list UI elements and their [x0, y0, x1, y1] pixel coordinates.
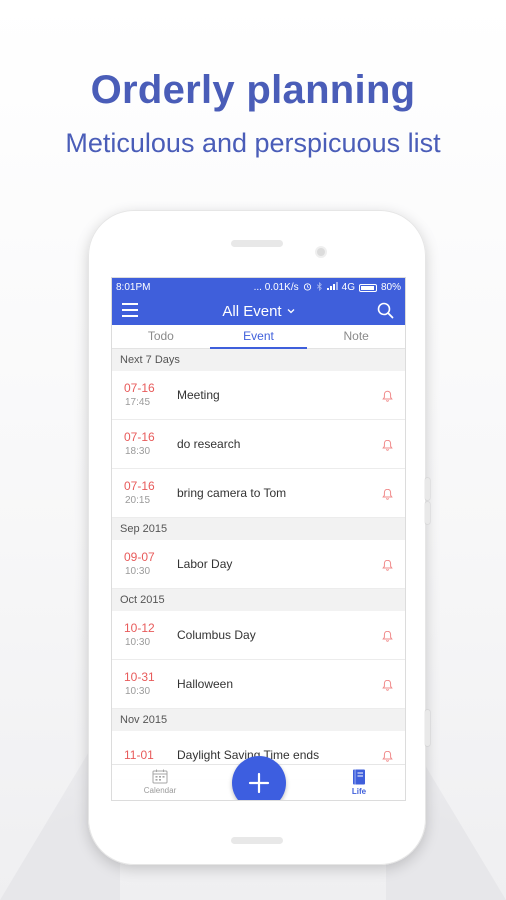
- phone-side-button: [425, 478, 430, 500]
- search-icon[interactable]: [377, 302, 394, 324]
- event-date: 07-16: [124, 380, 155, 395]
- section-header: Next 7 Days: [112, 349, 405, 371]
- event-time: 18:30: [125, 445, 151, 457]
- phone-earpiece: [231, 240, 283, 247]
- list-item[interactable]: 07-16 18:30 do research: [112, 420, 405, 469]
- tab-bar: Todo Event Note: [112, 325, 405, 349]
- bluetooth-icon: [316, 281, 323, 294]
- list-item[interactable]: 10-12 10:30 Columbus Day: [112, 611, 405, 660]
- calendar-icon: [138, 769, 182, 786]
- network-type: 4G: [341, 282, 355, 293]
- notebook-icon: [337, 769, 381, 787]
- phone-home-bar: [231, 837, 283, 844]
- alarm-icon: [303, 282, 312, 294]
- plus-icon: [248, 772, 270, 794]
- event-date: 09-07: [124, 549, 155, 564]
- bell-icon[interactable]: [382, 487, 393, 505]
- phone-camera: [315, 246, 327, 258]
- event-time: 17:45: [125, 396, 151, 408]
- event-date: 10-12: [124, 620, 155, 635]
- tab-todo[interactable]: Todo: [112, 325, 210, 348]
- event-name: Labor Day: [177, 557, 233, 571]
- event-name: do research: [177, 437, 241, 451]
- list-item[interactable]: 09-07 10:30 Labor Day: [112, 540, 405, 589]
- event-date: 11-01: [124, 747, 154, 762]
- battery-icon: [358, 283, 377, 292]
- appbar-title: All Event: [222, 302, 282, 320]
- bell-icon[interactable]: [382, 678, 393, 696]
- event-name: Halloween: [177, 677, 234, 691]
- section-header: Nov 2015: [112, 709, 405, 731]
- bell-icon[interactable]: [382, 558, 393, 576]
- event-name: bring camera to Tom: [177, 486, 287, 500]
- add-button[interactable]: [232, 756, 286, 800]
- event-list: Next 7 Days 07-16 17:45 Meeting 07-16 18:3…: [112, 349, 405, 780]
- list-item[interactable]: 07-16 17:45 Meeting: [112, 371, 405, 420]
- phone-screen: 8:01PM ... 0.01K/s 4G 80% All Event Todo…: [111, 277, 406, 801]
- event-time: 10:30: [125, 685, 151, 697]
- phone-side-button: [425, 710, 430, 746]
- phone-side-button: [425, 502, 430, 524]
- signal-icon: [326, 282, 338, 293]
- event-date: 07-16: [124, 429, 155, 444]
- event-date: 10-31: [124, 669, 155, 684]
- app-bar: All Event: [112, 297, 405, 325]
- event-time: 10:30: [125, 565, 151, 577]
- nav-life[interactable]: Life: [337, 769, 381, 796]
- promo-headline: Orderly planning: [90, 68, 416, 112]
- section-header: Oct 2015: [112, 589, 405, 611]
- bell-icon[interactable]: [382, 438, 393, 456]
- tab-event[interactable]: Event: [209, 325, 308, 349]
- event-time: 10:30: [125, 636, 151, 648]
- status-bar: 8:01PM ... 0.01K/s 4G 80%: [112, 278, 405, 297]
- bell-icon[interactable]: [382, 389, 393, 407]
- event-name: Daylight Saving Time ends: [177, 748, 320, 762]
- nav-calendar[interactable]: Calendar: [138, 769, 182, 795]
- event-time: 20:15: [125, 494, 151, 506]
- tab-note[interactable]: Note: [307, 325, 405, 348]
- list-item[interactable]: 07-16 20:15 bring camera to Tom: [112, 469, 405, 518]
- nav-life-label: Life: [351, 787, 367, 796]
- promo-subheadline: Meticulous and perspicuous list: [65, 128, 441, 158]
- network-speed: ... 0.01K/s: [253, 282, 299, 293]
- status-time: 8:01PM: [116, 282, 151, 293]
- event-filter-dropdown[interactable]: All Event: [222, 302, 295, 320]
- section-header: Sep 2015: [112, 518, 405, 540]
- event-name: Meeting: [177, 388, 220, 402]
- bell-icon[interactable]: [382, 629, 393, 647]
- list-item[interactable]: 10-31 10:30 Halloween: [112, 660, 405, 709]
- phone-frame: 8:01PM ... 0.01K/s 4G 80% All Event Todo…: [88, 210, 430, 865]
- event-date: 07-16: [124, 478, 155, 493]
- event-name: Columbus Day: [177, 628, 256, 642]
- menu-icon[interactable]: [122, 303, 138, 317]
- nav-calendar-label: Calendar: [143, 786, 177, 795]
- chevron-down-icon: [287, 306, 295, 316]
- battery-level: 80%: [380, 282, 401, 293]
